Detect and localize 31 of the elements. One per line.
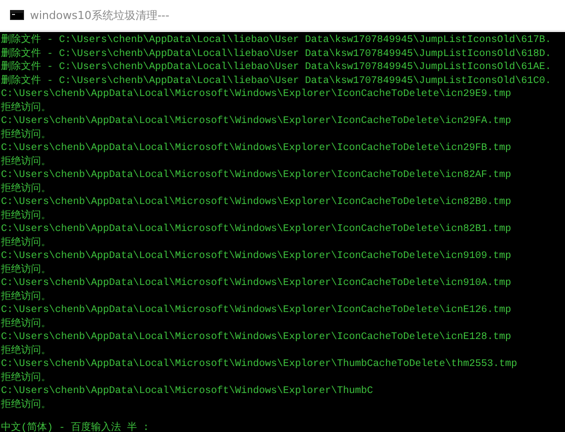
console-line: C:\Users\chenb\AppData\Local\Microsoft\Windows\Explorer\IconCacheToDelete\icn29E9.tmp [1,88,512,102]
console-line: 拒绝访问。 [1,372,51,385]
ime-status: 中文(简体) - 百度输入法 半 : [1,422,150,432]
console-line: C:\Users\chenb\AppData\Local\Microsoft\Windows\Explorer\IconCacheToDelete\icnE128.tmp [1,331,512,344]
console-line: C:\Users\chenb\AppData\Local\Microsoft\Windows\Explorer\IconCacheToDelete\icnE126.tmp [1,304,512,318]
console-line: 拒绝访问。 [1,344,51,358]
console-line: C:\Users\chenb\AppData\Local\Microsoft\Windows\Explorer\IconCacheToDelete\icn82B1.tmp [1,223,512,236]
console-line: 拒绝访问。 [1,264,51,277]
console-line: 拒绝访问。 [1,318,51,331]
window-title: windows10系统垃圾清理--- [30,8,170,22]
console-line: 删除文件 - C:\Users\chenb\AppData\Local\liebao\User Data\ksw1707849945\JumpListIconsOld\617B. [1,34,552,48]
console-line: 拒绝访问。 [1,128,51,142]
console-line: 拒绝访问。 [1,290,51,304]
console-line: 拒绝访问。 [1,156,51,169]
console-line: C:\Users\chenb\AppData\Local\Microsoft\Windows\Explorer\IconCacheToDelete\icn82AF.tmp [1,169,512,182]
console-line: 删除文件 - C:\Users\chenb\AppData\Local\liebao\User Data\ksw1707849945\JumpListIconsOld\61AE. [1,61,552,74]
console-line: C:\Users\chenb\AppData\Local\Microsoft\Windows\Explorer\ThumbC [1,385,374,398]
console-line: 拒绝访问。 [1,210,51,223]
console-line: 拒绝访问。 [1,398,51,412]
console-line: 删除文件 - C:\Users\chenb\AppData\Local\liebao\User Data\ksw1707849945\JumpListIconsOld\618D. [1,48,552,60]
console-line: 拒绝访问。 [1,236,51,250]
console-line: 删除文件 - C:\Users\chenb\AppData\Local\liebao\User Data\ksw1707849945\JumpListIconsOld\61C0. [1,74,552,88]
console-line: C:\Users\chenb\AppData\Local\Microsoft\Windows\Explorer\IconCacheToDelete\icn29FA.tmp [1,115,512,128]
console-line: 拒绝访问。 [1,102,51,115]
console-line: C:\Users\chenb\AppData\Local\Microsoft\Windows\Explorer\ThumbCacheToDelete\thm2553.tmp [1,358,518,372]
console-icon [10,10,24,20]
console-line: C:\Users\chenb\AppData\Local\Microsoft\Windows\Explorer\IconCacheToDelete\icn9109.tmp [1,250,512,264]
console-line: C:\Users\chenb\AppData\Local\Microsoft\Windows\Explorer\IconCacheToDelete\icn910A.tmp [1,277,512,290]
console-line: C:\Users\chenb\AppData\Local\Microsoft\Windows\Explorer\IconCacheToDelete\icn29FB.tmp [1,142,512,156]
console-line: C:\Users\chenb\AppData\Local\Microsoft\Windows\Explorer\IconCacheToDelete\icn82B0.tmp [1,196,512,210]
console-line: 拒绝访问。 [1,182,51,196]
